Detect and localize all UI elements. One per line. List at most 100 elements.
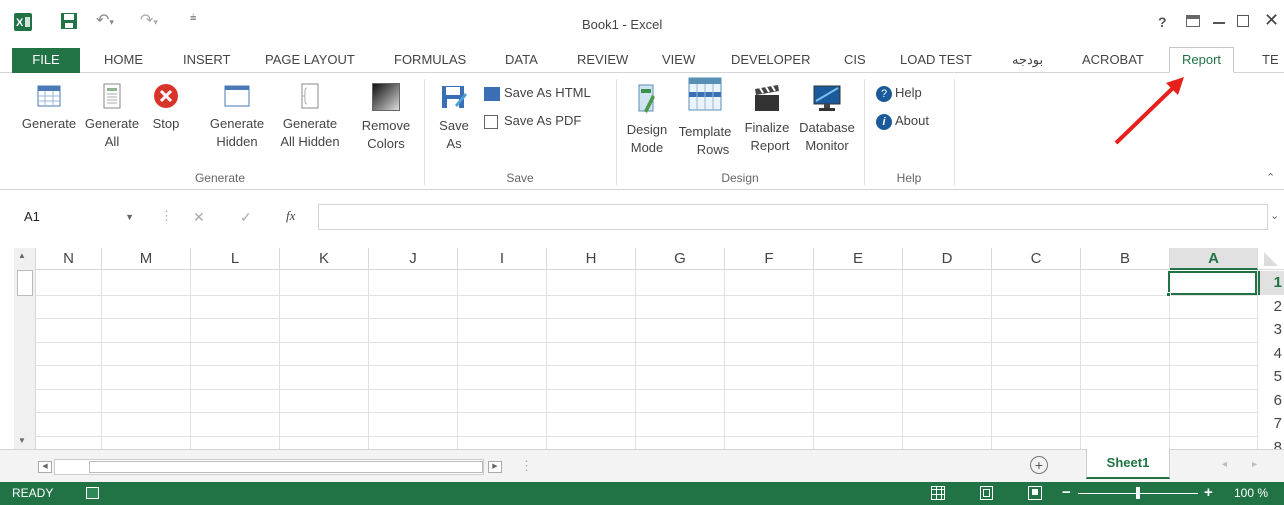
design-mode-button[interactable]: Design Mode xyxy=(622,83,672,157)
customize-quick-access-icon[interactable]: ⩧ xyxy=(190,12,204,28)
dropdown-icon[interactable]: ▼ xyxy=(125,204,134,230)
tab-te[interactable]: TE xyxy=(1262,48,1279,73)
close-icon[interactable]: ✕ xyxy=(1264,10,1279,31)
tab-developer[interactable]: DEVELOPER xyxy=(731,48,810,73)
column-gridline xyxy=(368,270,369,449)
page-layout-view-icon[interactable] xyxy=(980,486,993,500)
row-gridline xyxy=(36,435,1258,437)
save-as-pdf-button[interactable]: Save As PDF xyxy=(484,111,581,131)
tab-budget[interactable]: بودجه xyxy=(1012,48,1043,73)
tab-page-layout[interactable]: PAGE LAYOUT xyxy=(265,48,355,73)
ribbon-display-options-icon[interactable] xyxy=(1186,15,1200,27)
maximize-icon[interactable] xyxy=(1237,15,1249,27)
tab-review[interactable]: REVIEW xyxy=(577,48,628,73)
row-header-1[interactable]: 1 xyxy=(1258,271,1284,295)
tab-home[interactable]: HOME xyxy=(104,48,143,73)
tab-load-test[interactable]: LOAD TEST xyxy=(900,48,972,73)
zoom-level[interactable]: 100 % xyxy=(1234,486,1268,500)
row-header-2[interactable]: 2 xyxy=(1258,294,1284,318)
horizontal-scroll-left-icon[interactable]: ◀ xyxy=(38,461,52,473)
zoom-slider-thumb[interactable] xyxy=(1136,487,1140,499)
column-header-g[interactable]: G xyxy=(636,248,725,270)
column-header-h[interactable]: H xyxy=(547,248,636,270)
enter-entry-icon[interactable]: ✓ xyxy=(240,209,252,226)
tab-formulas[interactable]: FORMULAS xyxy=(394,48,466,73)
remove-colors-button[interactable]: Remove Colors xyxy=(356,83,416,153)
horizontal-scrollbar[interactable] xyxy=(54,459,484,475)
split-dots-icon[interactable]: ⋮ xyxy=(520,458,533,474)
row-gridline xyxy=(36,294,1258,296)
generate-all-hidden-button[interactable]: Generate All Hidden xyxy=(272,83,348,151)
help-button[interactable]: ? Help xyxy=(876,83,922,103)
row-header-7[interactable]: 7 xyxy=(1258,412,1284,436)
insert-function-icon[interactable]: fx xyxy=(286,208,295,224)
column-header-l[interactable]: L xyxy=(191,248,280,270)
sheet-nav-right-icon[interactable]: ▸ xyxy=(1252,459,1257,470)
sheet-nav-left-icon[interactable]: ◂ xyxy=(1222,459,1227,470)
generate-button[interactable]: Generate xyxy=(16,83,82,133)
generate-all-button[interactable]: Generate All xyxy=(82,83,142,151)
column-header-n[interactable]: N xyxy=(36,248,102,270)
vertical-dots-icon[interactable]: ⋮ xyxy=(160,208,173,224)
database-monitor-button[interactable]: Database Monitor xyxy=(796,83,858,155)
zoom-in-icon[interactable]: + xyxy=(1204,484,1213,501)
generate-hidden-button[interactable]: Generate Hidden xyxy=(204,83,270,151)
finalize-report-button[interactable]: Finalize Report xyxy=(738,83,796,155)
fill-handle[interactable] xyxy=(1166,292,1171,297)
row-header-4[interactable]: 4 xyxy=(1258,341,1284,365)
stop-button[interactable]: Stop xyxy=(146,83,186,133)
row-header-3[interactable]: 3 xyxy=(1258,318,1284,342)
column-header-a[interactable]: A xyxy=(1170,248,1258,270)
column-header-e[interactable]: E xyxy=(814,248,903,270)
horizontal-scroll-right-icon[interactable]: ▶ xyxy=(488,461,502,473)
column-header-i[interactable]: I xyxy=(458,248,547,270)
column-header-c[interactable]: C xyxy=(992,248,1081,270)
column-header-b[interactable]: B xyxy=(1081,248,1170,270)
row-header-6[interactable]: 6 xyxy=(1258,388,1284,412)
minimize-icon[interactable] xyxy=(1213,22,1225,24)
row-header-5[interactable]: 5 xyxy=(1258,365,1284,389)
cancel-entry-icon[interactable]: ✕ xyxy=(193,209,205,226)
scroll-up-icon[interactable]: ▲ xyxy=(18,251,26,260)
page-break-view-icon[interactable] xyxy=(1028,486,1042,500)
expand-formula-bar-icon[interactable]: ⌄ xyxy=(1270,209,1279,222)
undo-icon[interactable]: ↶▾ xyxy=(96,10,126,30)
column-header-d[interactable]: D xyxy=(903,248,992,270)
save-as-html-button[interactable]: Save As HTML xyxy=(484,83,591,103)
normal-view-icon[interactable] xyxy=(931,486,945,500)
zoom-slider[interactable] xyxy=(1078,487,1198,499)
macro-recording-icon[interactable] xyxy=(86,487,99,499)
excel-logo-icon[interactable]: X xyxy=(14,13,32,31)
template-rows-button[interactable]: Template Rows xyxy=(674,77,736,159)
tab-insert[interactable]: INSERT xyxy=(183,48,230,73)
row-header-8[interactable]: 8 xyxy=(1258,435,1284,449)
tab-report[interactable]: Report xyxy=(1169,47,1235,73)
about-button[interactable]: i About xyxy=(876,111,929,131)
scroll-down-icon[interactable]: ▼ xyxy=(18,436,26,445)
collapse-ribbon-icon[interactable]: ⌃ xyxy=(1266,171,1275,184)
zoom-out-icon[interactable]: − xyxy=(1062,484,1071,501)
help-question-icon[interactable]: ? xyxy=(1158,14,1167,30)
tab-file[interactable]: FILE xyxy=(12,48,80,73)
tab-view[interactable]: VIEW xyxy=(662,48,695,73)
sheet-bar: ◀ ▶ ⋮ + Sheet1 ◂ ▸ xyxy=(0,449,1284,482)
horizontal-scroll-thumb[interactable] xyxy=(89,461,483,473)
active-cell-a1[interactable] xyxy=(1168,271,1257,295)
column-header-j[interactable]: J xyxy=(369,248,458,270)
name-box[interactable]: A1 ▼ xyxy=(16,204,144,230)
save-as-button[interactable]: Save As xyxy=(434,83,474,153)
vertical-scrollbar[interactable]: ▲ ▼ xyxy=(14,248,36,449)
select-all-corner[interactable] xyxy=(1258,248,1284,270)
tab-acrobat[interactable]: ACROBAT xyxy=(1082,48,1144,73)
column-header-f[interactable]: F xyxy=(725,248,814,270)
column-header-k[interactable]: K xyxy=(280,248,369,270)
add-sheet-icon[interactable]: + xyxy=(1030,456,1048,474)
column-header-m[interactable]: M xyxy=(102,248,191,270)
redo-icon[interactable]: ↷▾ xyxy=(140,10,170,30)
sheet-tab-sheet1[interactable]: Sheet1 xyxy=(1086,449,1170,479)
scroll-thumb[interactable] xyxy=(17,270,33,296)
formula-input[interactable] xyxy=(318,204,1268,230)
tab-cis[interactable]: CIS xyxy=(844,48,866,73)
save-icon[interactable] xyxy=(60,12,78,30)
tab-data[interactable]: DATA xyxy=(505,48,538,73)
